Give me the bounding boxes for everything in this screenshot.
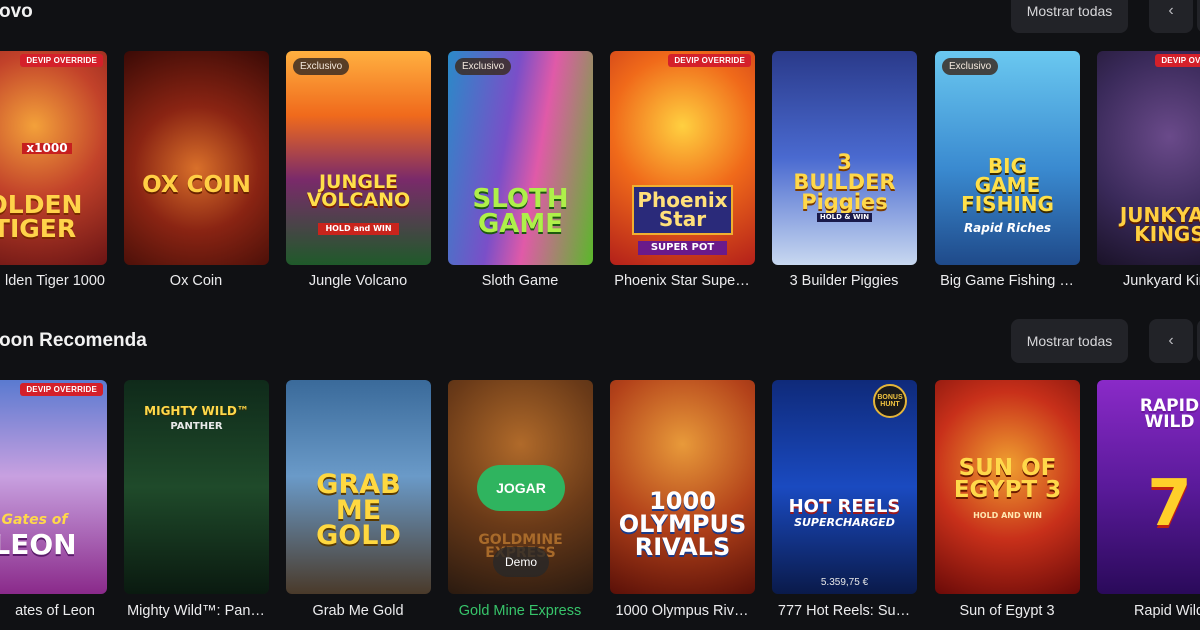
show-all-button[interactable]: Mostrar todas [1011,319,1128,363]
play-button[interactable]: JOGAR [477,465,565,511]
game-card-jungle-volcano[interactable]: Exclusivo JUNGLE VOLCANO HOLD and WIN [286,51,431,265]
game-card-rapid-wild[interactable]: RAPID WILD 7 [1097,380,1200,594]
game-card-1000-olympus-rivals[interactable]: 1000 OLYMPUS RIVALS [610,380,755,594]
exclusive-badge: Exclusivo [293,58,350,75]
game-name: Ox Coin [169,273,223,289]
game-card-grab-me-gold[interactable]: GRAB ME GOLD [286,380,431,594]
game-card-golden-tiger[interactable]: DEVIP OVERRIDE OLDEN TIGER x1000 [0,51,107,265]
prev-arrow-button[interactable]: ‹ [1149,0,1193,33]
game-card-3-builder-piggies[interactable]: 3 BUILDER Piggies HOLD & WIN [772,51,917,265]
game-logo: GRAB ME GOLD [316,469,401,552]
game-name: Big Game Fishing … [940,273,1074,289]
game-name: Grab Me Gold [312,603,404,619]
game-logo: HOT REELS [788,496,901,517]
game-logo: RAPID WILD [1139,396,1200,433]
game-name: ates of Leon [15,603,95,619]
game-name: Sloth Game [481,273,559,289]
section-title: ovo [0,1,33,22]
devip-badge: DEVIP OVERRIDE [20,54,103,67]
game-logo-sub: HOLD and WIN [318,223,399,235]
game-name: Sun of Egypt 3 [959,603,1055,619]
game-logo: 1000 OLYMPUS RIVALS [618,487,747,561]
game-logo: JUNKYAR KINGS [1119,203,1200,246]
game-name: Gold Mine Express [458,603,582,619]
game-logo-sub: Rapid Riches [963,221,1052,235]
game-logo-sub: 7 [1147,467,1192,541]
game-card-phoenix-star[interactable]: DEVIP OVERRIDE Phoenix Star SUPER POT [610,51,755,265]
game-name: Phoenix Star Supe… [614,273,750,289]
game-card-sloth-game[interactable]: Exclusivo SLOTH GAME [448,51,593,265]
game-card-777-hot-reels[interactable]: BONUS HUNT HOT REELS SUPERCHARGED 5.359,… [772,380,917,594]
game-name: 3 Builder Piggies [789,273,899,289]
game-logo-sub: PANTHER [170,421,223,432]
game-logo-sub: SUPER POT [638,241,727,255]
game-card-mighty-wild-panther[interactable]: MIGHTY WILD™ PANTHER [124,380,269,594]
game-logo: SUN OF EGYPT 3 [953,455,1062,503]
game-logo-sub: HOLD & WIN [817,213,872,222]
game-card-ox-coin[interactable]: OX COIN [124,51,269,265]
game-name: lden Tiger 1000 [5,273,105,289]
devip-badge: DEVIP OVERRIDE [668,54,751,67]
demo-button[interactable]: Demo [493,547,549,577]
exclusive-badge: Exclusivo [455,58,512,75]
devip-badge: DEVIP OVERRIDE [1155,54,1200,67]
game-logo: SLOTH GAME [472,184,569,239]
bonus-hunt-icon: BONUS HUNT [873,384,907,418]
game-name: Jungle Volcano [308,273,408,289]
game-logo: BIG GAME FISHING [961,154,1054,216]
game-card-junkyard-kings[interactable]: DEVIP OVERRIDE JUNKYAR KINGS [1097,51,1200,265]
game-logo: OLDEN TIGER [0,190,83,243]
game-name: 1000 Olympus Riv… [615,603,749,619]
game-name: Junkyard King [1123,273,1200,289]
game-name: Rapid Wild [1133,603,1200,619]
game-logo: LEON [0,528,77,561]
game-name: 777 Hot Reels: Su… [777,603,911,619]
game-logo: JUNGLE VOLCANO [306,171,411,212]
game-card-big-game-fishing[interactable]: Exclusivo BIG GAME FISHING Rapid Riches [935,51,1080,265]
game-logo: MIGHTY WILD™ [144,404,249,418]
game-logo-sub: SUPERCHARGED [794,516,895,529]
game-card-sun-of-egypt-3[interactable]: SUN OF EGYPT 3 HOLD AND WIN [935,380,1080,594]
game-logo-sub: HOLD AND WIN [973,511,1042,520]
exclusive-badge: Exclusivo [942,58,999,75]
game-card-gates-of-leon[interactable]: DEVIP OVERRIDE Gates of LEON [0,380,107,594]
game-logo: Phoenix Star [632,185,733,235]
devip-badge: DEVIP OVERRIDE [20,383,103,396]
game-logo: OX COIN [142,172,251,198]
game-logo-sub: Gates of [1,512,68,528]
game-logo-sub: x1000 [22,142,72,155]
game-card-gold-mine-express[interactable]: GOLDMINE EXPRESS JOGAR Demo [448,380,593,594]
prev-arrow-button[interactable]: ‹ [1149,319,1193,363]
game-logo: 3 BUILDER Piggies [793,150,896,214]
jackpot-amount: 5.359,75 € [820,577,869,588]
section-title: oon Recomenda [0,330,147,351]
game-name: Mighty Wild™: Pan… [127,603,265,619]
show-all-button[interactable]: Mostrar todas [1011,0,1128,33]
